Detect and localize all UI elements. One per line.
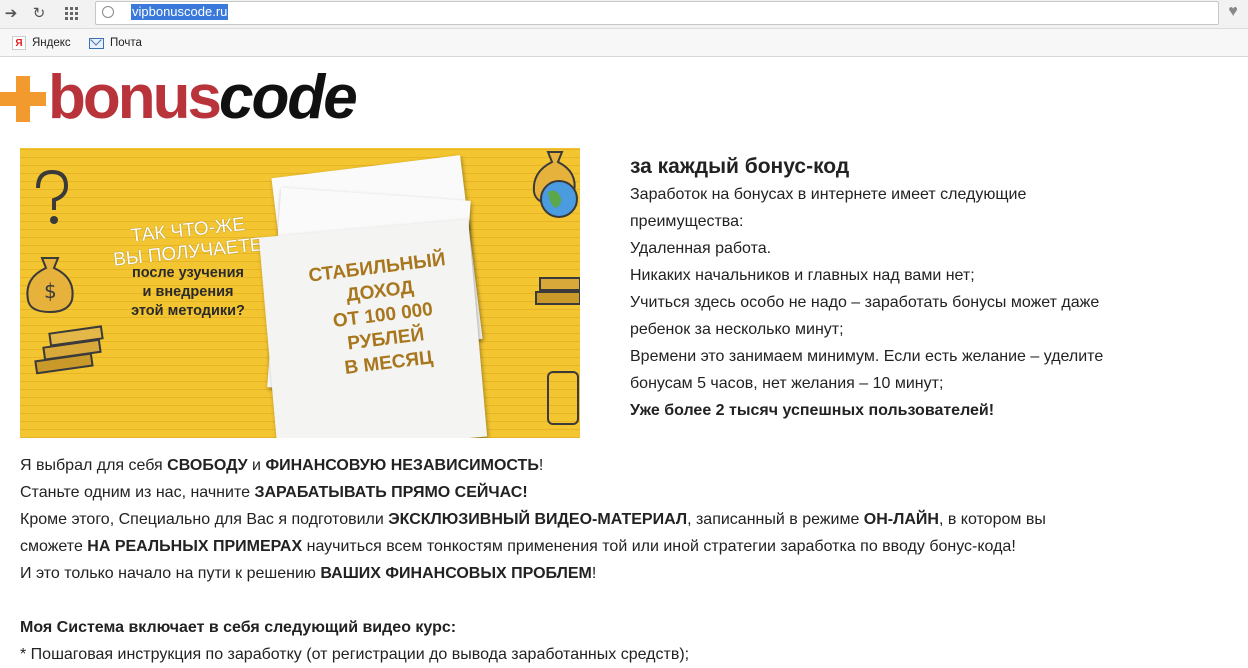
svg-text:$: $ bbox=[44, 279, 57, 303]
text-fragment: , записанный в режиме bbox=[687, 511, 864, 528]
logo-bonus-text: bonus bbox=[48, 63, 222, 132]
text-fragment: СВОБОДУ bbox=[167, 457, 248, 474]
benefit-line: Удаленная работа. bbox=[630, 240, 772, 257]
address-bar[interactable]: vipbonuscode.ru bbox=[95, 1, 1219, 25]
money-stack-icon bbox=[34, 325, 104, 375]
text-fragment: Я выбрал для себя bbox=[20, 457, 168, 474]
text-fragment: ФИНАНСОВУЮ НЕЗАВИСИМОСТЬ bbox=[265, 457, 539, 474]
text-fragment: И это только начало на пути к решению bbox=[20, 565, 321, 582]
text-fragment: научиться всем тонкостям применения той … bbox=[302, 538, 1016, 555]
text-fragment: НА РЕАЛЬНЫХ ПРИМЕРАХ bbox=[87, 538, 303, 555]
reload-icon[interactable]: ↻ bbox=[28, 2, 50, 24]
text-line: Станьте одним из нас, начните ЗАРАБАТЫВА… bbox=[20, 479, 1240, 506]
benefit-line: Заработок на бонусах в интернете имеет с… bbox=[630, 186, 1027, 203]
benefit-line: преимущества: bbox=[630, 213, 744, 230]
main-text: Я выбрал для себя СВОБОДУ и ФИНАНСОВУЮ Н… bbox=[20, 452, 1240, 668]
text-fragment: ОН-ЛАЙН bbox=[863, 511, 939, 528]
text-fragment: ВАШИХ ФИНАНСОВЫХ ПРОБЛЕМ bbox=[320, 565, 592, 582]
url-text[interactable]: vipbonuscode.ru bbox=[131, 4, 229, 20]
logo-code-text: code bbox=[218, 63, 358, 132]
plus-icon bbox=[0, 68, 46, 128]
text-fragment: ! bbox=[591, 565, 597, 582]
section-heading: за каждый бонус-код bbox=[630, 155, 850, 178]
bookmark-mail[interactable]: Почта bbox=[89, 34, 142, 52]
banner-small-line: и внедрения bbox=[142, 284, 234, 300]
benefit-line: Времени это занимаем минимум. Если есть … bbox=[630, 348, 1104, 365]
bookmark-label: Яндекс bbox=[32, 37, 71, 49]
text-fragment: ! bbox=[538, 457, 544, 474]
text-fragment: сможете bbox=[20, 538, 88, 555]
money-stack-icon bbox=[535, 277, 580, 305]
text-line: И это только начало на пути к решению ВА… bbox=[20, 560, 1240, 587]
promo-banner: $ ТАК ЧТО-ЖЕ ВЫ ПОЛУЧАЕТЕ после узучения… bbox=[20, 148, 580, 438]
text-fragment: и bbox=[247, 457, 266, 474]
site-logo[interactable]: bonus code bbox=[0, 63, 358, 132]
speed-dial-icon[interactable] bbox=[60, 2, 82, 24]
bookmark-label: Почта bbox=[110, 37, 142, 49]
bookmark-heart-icon[interactable]: ♥ bbox=[1222, 1, 1244, 23]
text-fragment: Станьте одним из нас, начните bbox=[20, 484, 255, 501]
mail-icon bbox=[89, 37, 104, 49]
site-info-icon[interactable] bbox=[102, 6, 114, 18]
money-bag-icon: $ bbox=[26, 257, 74, 314]
question-mark-icon bbox=[36, 169, 69, 224]
text-line: Я выбрал для себя СВОБОДУ и ФИНАНСОВУЮ Н… bbox=[20, 452, 1240, 479]
bookmarks-bar: Я Яндекс Почта bbox=[0, 29, 1248, 57]
text-fragment: ЭКСКЛЮЗИВНЫЙ ВИДЕО-МАТЕРИАЛ bbox=[388, 511, 688, 528]
course-item: * Пошаговая инструкция по заработку (от … bbox=[20, 646, 690, 663]
benefits-text: Заработок на бонусах в интернете имеет с… bbox=[630, 181, 1240, 424]
globe-icon bbox=[540, 180, 578, 218]
banner-income-text: СТАБИЛЬНЫЙ ДОХОД ОТ 100 000 РУБЛЕЙ В МЕС… bbox=[281, 245, 484, 387]
benefit-line: бонусам 5 часов, нет желания – 10 минут; bbox=[630, 375, 944, 392]
banner-question: ТАК ЧТО-ЖЕ ВЫ ПОЛУЧАЕТЕ после узучения и… bbox=[98, 214, 278, 321]
benefit-line: Никаких начальников и главных над вами н… bbox=[630, 267, 975, 284]
users-count-line: Уже более 2 тысяч успешных пользователей… bbox=[630, 402, 995, 419]
text-line: Кроме этого, Специально для Вас я подгот… bbox=[20, 506, 1240, 533]
banner-small-line: этой методики? bbox=[131, 303, 245, 319]
browser-toolbar: ➔ ↻ vipbonuscode.ru ♥ bbox=[0, 0, 1248, 29]
text-fragment: Кроме этого, Специально для Вас я подгот… bbox=[20, 511, 389, 528]
benefit-line: ребенок за несколько минут; bbox=[630, 321, 844, 338]
back-arrow-icon[interactable]: ➔ bbox=[0, 2, 22, 24]
system-heading: Моя Система включает в себя следующий ви… bbox=[20, 619, 457, 636]
phone-icon bbox=[547, 371, 579, 425]
text-fragment: ЗАРАБАТЫВАТЬ ПРЯМО СЕЙЧАС! bbox=[254, 484, 528, 501]
text-line: сможете НА РЕАЛЬНЫХ ПРИМЕРАХ научиться в… bbox=[20, 533, 1240, 560]
bookmark-yandex[interactable]: Я Яндекс bbox=[12, 34, 71, 52]
text-fragment: , в котором вы bbox=[938, 511, 1046, 528]
yandex-icon: Я bbox=[12, 36, 26, 50]
benefit-line: Учиться здесь особо не надо – заработать… bbox=[630, 294, 1100, 311]
